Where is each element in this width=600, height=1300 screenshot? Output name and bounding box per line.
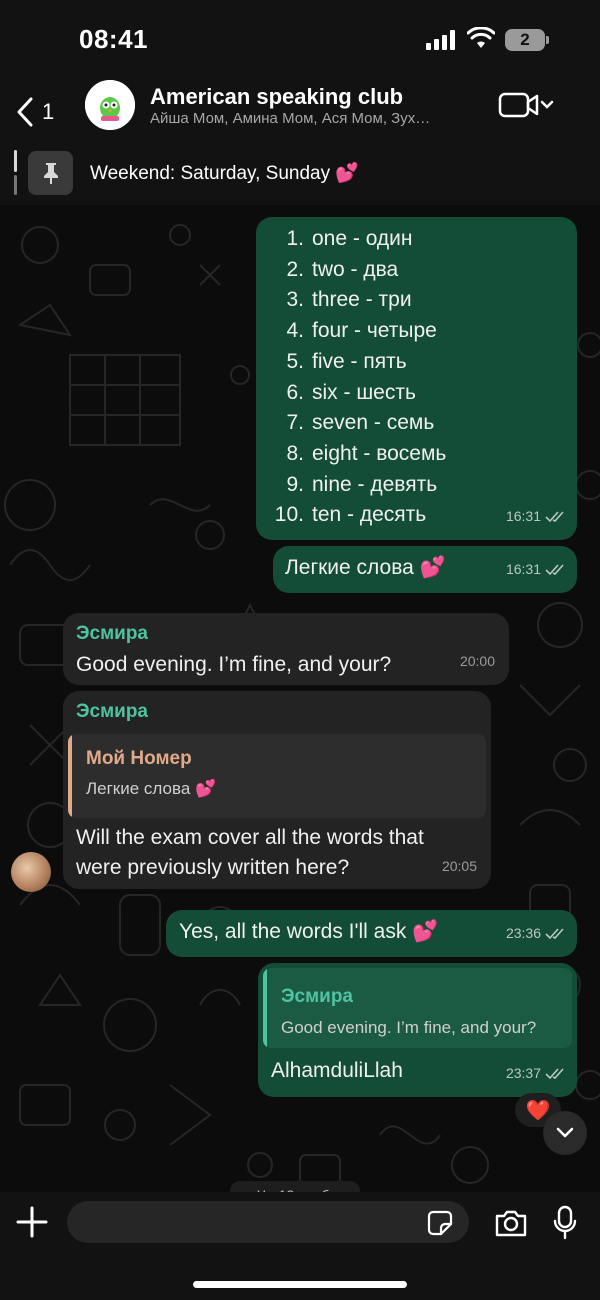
message-word-list[interactable]: 1. one - один 2. two - два 3. three - три 4. fo… [256,217,577,540]
chevron-down-icon [556,1127,574,1138]
message-text: Легкие слова 💕 [285,556,446,579]
status-bar: 08:41 2 [0,0,600,80]
list-text: three - три [312,288,412,312]
pinned-text: Weekend: Saturday, Sunday 💕 [90,163,360,184]
microphone-icon[interactable] [553,1205,577,1241]
list-text: five - пять [312,349,407,373]
chevron-left-icon [17,97,33,127]
list-number: 8. [286,441,304,465]
message-yes[interactable]: Yes, all the words I'll ask 💕 23:36 [166,910,577,957]
owl-logo-icon [85,80,135,130]
battery-indicator: 2 [505,29,545,51]
double-check-icon [545,511,564,522]
sender-name: Эсмира [76,701,148,722]
list-number: 3. [286,288,304,312]
word-list-item: 4. four - четыре [268,316,565,347]
double-check-icon [545,564,564,575]
quoted-message[interactable]: Эсмира Good evening. I’m fine, and your? [263,968,572,1048]
word-list-item: 5. five - пять [268,347,565,378]
scroll-down-button[interactable] [543,1111,587,1155]
list-number: 4. [286,319,304,343]
list-text: two - два [312,257,399,281]
quote-author: Эсмира [281,986,353,1007]
message-easy-words[interactable]: Легкие слова 💕 16:31 [273,546,577,593]
list-number: 6. [286,380,304,404]
sender-name: Эсмира [76,623,148,644]
signal-icon [426,30,455,50]
video-call-icon[interactable] [498,92,558,120]
group-members: Айша Мом, Амина Мом, Ася Мом, Зух… [150,110,431,127]
list-text: four - четыре [312,319,437,343]
message-alhamdulillah[interactable]: Эсмира Good evening. I’m fine, and your?… [258,963,577,1097]
group-avatar[interactable] [85,80,135,130]
word-list: 1. one - один 2. two - два 3. three - три 4. fo… [268,224,565,531]
list-text: six - шесть [312,380,416,404]
home-indicator [193,1281,407,1288]
word-list-item: 3. three - три [268,285,565,316]
message-text-line-2: were previously written here? [76,856,350,880]
message-time: 20:05 [441,858,477,875]
list-number: 1. [286,227,304,250]
list-text: eight - восемь [312,441,447,465]
sticker-icon[interactable] [427,1210,453,1236]
message-time: 16:31 [505,508,541,525]
message-time: 23:37 [505,1065,541,1082]
message-time: 23:36 [505,925,541,942]
word-list-item: 8. eight - восемь [268,439,565,470]
list-text: nine - девять [312,472,438,496]
list-number: 9. [286,472,304,496]
chat-header: 1 American speaking club Айша Мом, Амина… [0,80,600,145]
battery-tip [546,36,549,44]
unread-count: 1 [42,99,55,124]
quote-bar [263,968,267,1048]
plus-icon[interactable] [14,1204,50,1240]
pin-icon [28,151,73,195]
quoted-message[interactable]: Мой Номер Легкие слова 💕 [68,733,486,818]
message-meta: 23:36 [506,918,565,949]
list-number: 10. [274,503,304,527]
message-time: 20:00 [459,653,495,670]
word-list-item: 1. one - один [268,224,565,255]
message-text: Yes, all the words I'll ask 💕 [179,920,439,943]
word-list-item: 9. nine - девять [268,470,565,501]
message-meta: 16:31 [506,554,565,585]
wifi-icon [467,27,495,48]
quote-author: Мой Номер [86,747,192,769]
pinned-message-bar[interactable]: Weekend: Saturday, Sunday 💕 [0,145,600,205]
sender-avatar[interactable] [11,852,51,892]
list-number: 5. [286,349,304,373]
double-check-icon [545,1068,564,1079]
message-meta: 16:31 [506,501,565,532]
list-text: one - один [312,227,413,250]
message-text: Good evening. I’m fine, and your? [76,652,392,676]
message-time: 16:31 [505,561,541,578]
quote-text: Легкие слова 💕 [86,779,217,799]
group-title[interactable]: American speaking club [150,84,403,110]
quote-bar [68,733,72,818]
list-number: 2. [286,257,304,281]
clock: 08:41 [79,24,148,54]
message-text-line-1: Will the exam cover all the words that [76,825,424,849]
word-list-item: 2. two - два [268,255,565,286]
list-text: seven - семь [312,411,435,435]
double-check-icon [545,928,564,939]
message-esmira-greeting[interactable]: Эсмира Good evening. I’m fine, and your?… [63,613,509,685]
message-input[interactable] [67,1201,469,1243]
camera-icon[interactable] [494,1208,528,1238]
list-number: 7. [286,411,304,435]
quote-text: Good evening. I’m fine, and your? [281,1017,537,1037]
message-esmira-question[interactable]: Эсмира Мой Номер Легкие слова 💕 Will the… [63,691,491,889]
word-list-item: 6. six - шесть [268,378,565,409]
back-button[interactable]: 1 [16,94,66,130]
word-list-item: 7. seven - семь [268,408,565,439]
message-meta: 23:37 [506,1058,565,1089]
pin-indicator [14,150,17,195]
list-text: ten - десять [312,503,427,527]
